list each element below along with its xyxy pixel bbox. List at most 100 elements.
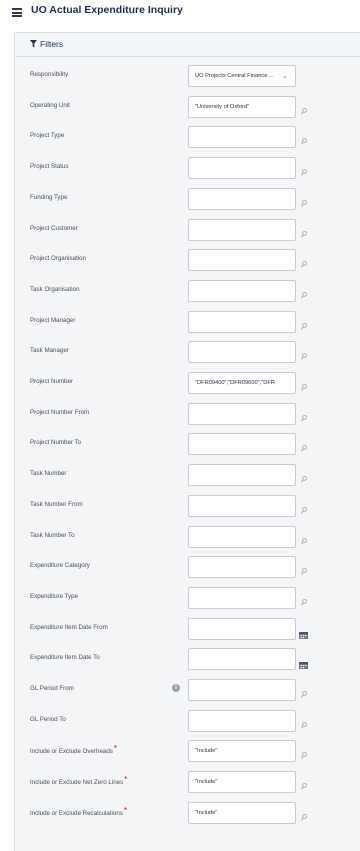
magnifier-icon[interactable]	[301, 409, 307, 427]
filter-row-project-number: Project Number "DFR09400","DFR09600","DFR	[15, 372, 360, 396]
filter-row-task-organisation: Task Organisation	[15, 279, 360, 304]
filter-row-task-manager: Task Manager	[15, 341, 360, 365]
filter-label: Include or Exclude Overheads*	[30, 744, 118, 756]
magnifier-icon[interactable]	[301, 777, 307, 795]
magnifier-icon[interactable]	[301, 132, 307, 150]
hamburger-icon[interactable]	[12, 8, 22, 17]
project-number-from-input[interactable]	[188, 402, 296, 425]
task-number-input[interactable]	[188, 464, 296, 487]
funding-type-input[interactable]	[188, 187, 296, 210]
filter-label: Task Number To	[30, 531, 75, 539]
filter-label: Project Number From	[30, 408, 90, 416]
project-manager-input[interactable]	[188, 310, 296, 333]
filters-header-label: Filters	[40, 39, 64, 49]
magnifier-icon[interactable]	[301, 255, 307, 273]
magnifier-icon[interactable]	[301, 746, 307, 764]
filter-row-expenditure-item-date-from: Expenditure Item Date From	[15, 617, 360, 642]
task-number-to-input[interactable]	[188, 525, 296, 548]
filter-row-include-or-exclude-recalculations: Include or Exclude Recalculations* "Inclu…	[15, 801, 360, 826]
filter-row-include-or-exclude-net-zero-lines: Include or Exclude Net Zero Lines* "Inclu…	[15, 771, 360, 795]
filter-label: Expenditure Type	[30, 592, 79, 600]
magnifier-icon[interactable]	[301, 347, 307, 365]
filter-row-task-number: Task Number	[15, 464, 360, 488]
calendar-icon[interactable]	[299, 626, 308, 639]
title-bar: UO Actual Expenditure Inquiry	[0, 0, 360, 26]
filter-label: Expenditure Category	[30, 562, 90, 570]
filter-row-funding-type: Funding Type	[15, 187, 360, 212]
filters-header[interactable]: Filters	[15, 33, 360, 57]
magnifier-icon[interactable]	[301, 102, 307, 120]
task-number-from-input[interactable]	[188, 494, 296, 517]
required-marker: *	[113, 744, 118, 754]
gl-period-to-input[interactable]	[188, 709, 296, 732]
calendar-icon[interactable]	[299, 656, 308, 670]
filter-label: GL Period From	[30, 685, 74, 692]
project-number-to-input[interactable]	[188, 433, 296, 456]
page-title: UO Actual Expenditure Inquiry	[31, 4, 183, 16]
project-type-input[interactable]	[188, 126, 296, 149]
project-number-input[interactable]: "DFR09400","DFR09600","DFR	[188, 372, 296, 394]
filter-label: Project Number To	[30, 439, 82, 447]
filter-row-project-type: Project Type	[15, 126, 360, 150]
magnifier-icon[interactable]	[301, 286, 307, 304]
filter-row-gl-period-from: GL Period From i	[15, 679, 360, 703]
gl-period-from-input[interactable]	[188, 679, 296, 701]
filter-row-task-number-to: Task Number To	[15, 525, 360, 550]
filter-label: Project Status	[30, 163, 69, 171]
magnifier-icon[interactable]	[301, 439, 307, 457]
filter-row-responsibility: Responsibility UO Projects Central Financ…	[15, 65, 360, 89]
filter-row-task-number-from: Task Number From	[15, 494, 360, 519]
info-icon[interactable]: i	[172, 684, 180, 692]
required-marker: *	[124, 775, 128, 785]
filter-label: Project Manager	[30, 316, 76, 324]
filter-label: Funding Type	[30, 193, 68, 201]
include-or-exclude-net-zero-lines-input[interactable]: "Include"	[188, 771, 296, 794]
filter-label: GL Period To	[30, 715, 66, 723]
filter-row-expenditure-item-date-to: Expenditure Item Date To	[15, 648, 360, 672]
magnifier-icon[interactable]	[301, 470, 307, 488]
magnifier-icon[interactable]	[301, 378, 307, 396]
magnifier-icon[interactable]	[301, 194, 307, 212]
filter-label: Task Number	[30, 470, 67, 478]
magnifier-icon[interactable]	[301, 225, 307, 243]
filters-panel: Filters Responsibility UO Projects Centra…	[14, 32, 360, 851]
filter-row-project-customer: Project Customer	[15, 218, 360, 243]
filter-label: Task Organisation	[30, 285, 80, 293]
magnifier-icon[interactable]	[301, 562, 307, 580]
filter-label: Expenditure Item Date From	[30, 623, 108, 631]
magnifier-icon[interactable]	[301, 532, 307, 550]
expenditure-item-date-to-input[interactable]	[188, 648, 296, 671]
magnifier-icon[interactable]	[301, 593, 307, 611]
filter-row-project-number-to: Project Number To	[15, 433, 360, 457]
magnifier-icon[interactable]	[301, 685, 307, 703]
magnifier-icon[interactable]	[301, 716, 307, 734]
filter-label: Responsibility	[30, 71, 69, 78]
project-status-input[interactable]	[188, 157, 296, 180]
magnifier-icon[interactable]	[301, 317, 307, 335]
project-customer-input[interactable]	[188, 218, 296, 241]
filter-row-operating-unit: Operating Unit "University of Oxford"	[15, 95, 360, 120]
filter-label: Project Customer	[30, 224, 78, 232]
task-manager-input[interactable]	[188, 341, 296, 364]
expenditure-type-input[interactable]	[188, 586, 296, 609]
include-or-exclude-overheads-input[interactable]: "Include"	[188, 740, 296, 763]
magnifier-icon[interactable]	[301, 163, 307, 181]
filter-label: Include or Exclude Recalculations*	[30, 805, 127, 817]
include-or-exclude-recalculations-input[interactable]: "Include"	[188, 801, 296, 824]
chevron-down-icon: ⌄	[282, 73, 288, 80]
filter-label: Operating Unit	[30, 101, 70, 109]
magnifier-icon[interactable]	[301, 808, 307, 826]
expenditure-category-input[interactable]	[188, 556, 296, 579]
filter-label: Task Number From	[30, 500, 83, 508]
required-marker: *	[123, 805, 127, 815]
task-organisation-input[interactable]	[188, 279, 296, 302]
responsibility-select[interactable]: UO Projects Central Finance ... ⌄	[188, 65, 296, 87]
filter-row-include-or-exclude-overheads: Include or Exclude Overheads* "Include"	[15, 740, 360, 764]
expenditure-item-date-from-input[interactable]	[188, 617, 296, 640]
filter-label: Task Manager	[30, 347, 69, 355]
filter-row-gl-period-to: GL Period To	[15, 709, 360, 734]
magnifier-icon[interactable]	[301, 501, 307, 519]
project-organisation-input[interactable]	[188, 249, 296, 272]
filter-label: Project Organisation	[30, 255, 87, 263]
operating-unit-input[interactable]: "University of Oxford"	[188, 95, 296, 118]
